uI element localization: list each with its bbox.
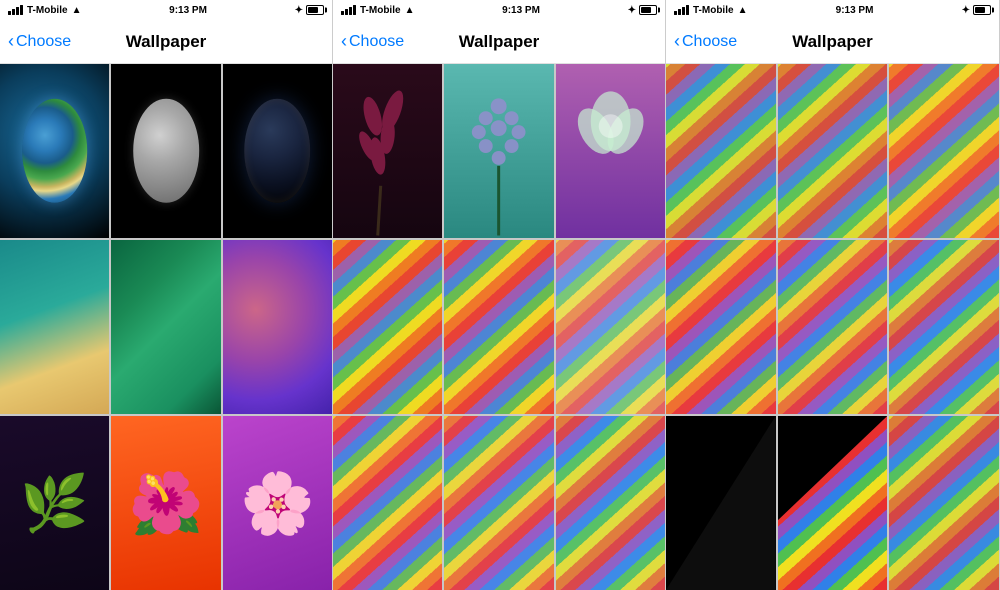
wallpaper-cell-green-flower[interactable]: [556, 64, 665, 238]
back-label-3: Choose: [682, 33, 737, 51]
wallpaper-cell-s3-r3c2-black-rainbow[interactable]: [778, 416, 888, 590]
back-label-2: Choose: [349, 33, 404, 51]
status-right-1: ✦: [295, 5, 324, 16]
wallpaper-cell-rainbow-pink[interactable]: [333, 416, 442, 590]
nav-bar-2: ‹ Choose Wallpaper: [333, 20, 665, 64]
wallpaper-cell-dark-purple-flower[interactable]: [333, 64, 442, 238]
wallpaper-cell-s3-r3c3-teal[interactable]: [889, 416, 999, 590]
status-left-2: T-Mobile ▲: [341, 5, 414, 16]
wallpaper-cell-rainbow-lavender[interactable]: [444, 416, 553, 590]
wallpaper-cell-rainbow-lightblue[interactable]: [556, 416, 665, 590]
back-button-3[interactable]: ‹ Choose: [674, 33, 737, 51]
chevron-icon-1: ‹: [8, 32, 14, 50]
wallpaper-cell-rainbow-peach[interactable]: [444, 240, 553, 414]
phone-screen-3: T-Mobile ▲ 9:13 PM ✦ ‹ Choose Wallpaper: [666, 0, 1000, 590]
wallpaper-cell-rainbow-yellow[interactable]: [333, 240, 442, 414]
status-bar-2: T-Mobile ▲ 9:13 PM ✦: [333, 0, 665, 20]
back-label-1: Choose: [16, 33, 71, 51]
wallpaper-cell-dark-globe[interactable]: [223, 64, 332, 238]
time-1: 9:13 PM: [169, 5, 207, 16]
signal-bars-2: [341, 5, 356, 15]
battery-3: [973, 5, 991, 15]
status-bar-1: T-Mobile ▲ 9:13 PM ✦: [0, 0, 332, 20]
status-left-1: T-Mobile ▲: [8, 5, 81, 16]
wallpaper-cell-rainbow-empty[interactable]: [556, 240, 665, 414]
wallpaper-cell-beach[interactable]: [0, 240, 109, 414]
carrier-1: T-Mobile: [27, 5, 68, 16]
chevron-icon-2: ‹: [341, 32, 347, 50]
status-left-3: T-Mobile ▲: [674, 5, 747, 16]
status-right-2: ✦: [628, 5, 657, 16]
wallpaper-cell-s3-r2c3[interactable]: [889, 240, 999, 414]
back-button-1[interactable]: ‹ Choose: [8, 33, 71, 51]
carrier-3: T-Mobile: [693, 5, 734, 16]
nav-bar-3: ‹ Choose Wallpaper: [666, 20, 999, 64]
wallpaper-cell-green-wave[interactable]: [111, 240, 220, 414]
wallpaper-grid-2: [333, 64, 665, 590]
wallpaper-cell-s3-r2c2[interactable]: [778, 240, 888, 414]
wifi-icon-2: ▲: [405, 5, 415, 16]
wallpaper-grid-3: [666, 64, 999, 590]
time-3: 9:13 PM: [836, 5, 874, 16]
wallpaper-cell-pink-flower[interactable]: 🌸: [223, 416, 332, 590]
battery-2: [639, 5, 657, 15]
wallpaper-cell-s3-r3c1-black-diagonal[interactable]: [666, 416, 776, 590]
chevron-icon-3: ‹: [674, 32, 680, 50]
phone-screen-2: T-Mobile ▲ 9:13 PM ✦ ‹ Choose Wallpaper: [333, 0, 666, 590]
nav-bar-1: ‹ Choose Wallpaper: [0, 20, 332, 64]
wallpaper-grid-1: 🌿 🌺 🌸: [0, 64, 332, 590]
wallpaper-cell-s3-r1c1[interactable]: [666, 64, 776, 238]
wallpaper-cell-red-flower[interactable]: 🌺: [111, 416, 220, 590]
nav-title-1: Wallpaper: [126, 32, 207, 52]
nav-title-2: Wallpaper: [459, 32, 540, 52]
battery-1: [306, 5, 324, 15]
signal-bars-1: [8, 5, 23, 15]
wallpaper-cell-moon[interactable]: [111, 64, 220, 238]
bt-icon-1: ✦: [295, 5, 303, 16]
signal-bars-3: [674, 5, 689, 15]
status-right-3: ✦: [962, 5, 991, 16]
time-2: 9:13 PM: [502, 5, 540, 16]
wallpaper-cell-blue-hyacinth[interactable]: [444, 64, 553, 238]
bt-icon-2: ✦: [628, 5, 636, 16]
wifi-icon-1: ▲: [72, 5, 82, 16]
phone-screen-1: T-Mobile ▲ 9:13 PM ✦ ‹ Choose Wallpaper …: [0, 0, 333, 590]
wallpaper-cell-purple-flower[interactable]: 🌿: [0, 416, 109, 590]
status-bar-3: T-Mobile ▲ 9:13 PM ✦: [666, 0, 999, 20]
wallpaper-cell-s3-r1c2[interactable]: [778, 64, 888, 238]
carrier-2: T-Mobile: [360, 5, 401, 16]
wifi-icon-3: ▲: [738, 5, 748, 16]
bt-icon-3: ✦: [962, 5, 970, 16]
nav-title-3: Wallpaper: [792, 32, 873, 52]
back-button-2[interactable]: ‹ Choose: [341, 33, 404, 51]
wallpaper-cell-s3-r1c3[interactable]: [889, 64, 999, 238]
wallpaper-cell-earth[interactable]: [0, 64, 109, 238]
wallpaper-cell-blur[interactable]: [223, 240, 332, 414]
wallpaper-cell-s3-r2c1[interactable]: [666, 240, 776, 414]
